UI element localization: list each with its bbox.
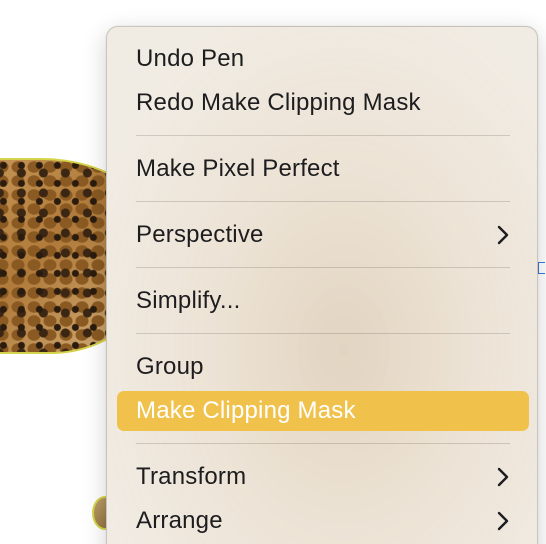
menu-separator — [136, 443, 510, 444]
menu-item-label: Transform — [136, 463, 247, 490]
context-menu: Undo Pen Redo Make Clipping Mask Make Pi… — [106, 26, 538, 544]
chevron-right-icon — [493, 466, 513, 488]
menu-item-make-pixel-perfect[interactable]: Make Pixel Perfect — [117, 149, 529, 189]
menu-item-label: Make Pixel Perfect — [136, 155, 340, 182]
menu-separator — [136, 135, 510, 136]
design-canvas[interactable]: Undo Pen Redo Make Clipping Mask Make Pi… — [0, 0, 546, 544]
menu-separator — [136, 201, 510, 202]
menu-item-label: Make Clipping Mask — [136, 397, 356, 424]
menu-item-undo-pen[interactable]: Undo Pen — [117, 39, 529, 79]
menu-separator — [136, 333, 510, 334]
menu-item-arrange[interactable]: Arrange — [117, 501, 529, 541]
selection-handle[interactable] — [538, 262, 545, 274]
menu-item-perspective[interactable]: Perspective — [117, 215, 529, 255]
menu-item-label: Group — [136, 353, 204, 380]
menu-item-label: Perspective — [136, 221, 264, 248]
menu-item-transform[interactable]: Transform — [117, 457, 529, 497]
chevron-right-icon — [493, 510, 513, 532]
menu-item-simplify[interactable]: Simplify... — [117, 281, 529, 321]
menu-item-redo-make-clipping-mask[interactable]: Redo Make Clipping Mask — [117, 83, 529, 123]
menu-item-group[interactable]: Group — [117, 347, 529, 387]
menu-item-label: Undo Pen — [136, 45, 245, 72]
menu-item-make-clipping-mask[interactable]: Make Clipping Mask — [117, 391, 529, 431]
menu-item-label: Arrange — [136, 507, 223, 534]
menu-item-label: Simplify... — [136, 287, 241, 314]
menu-separator — [136, 267, 510, 268]
menu-item-label: Redo Make Clipping Mask — [136, 89, 421, 116]
chevron-right-icon — [493, 224, 513, 246]
